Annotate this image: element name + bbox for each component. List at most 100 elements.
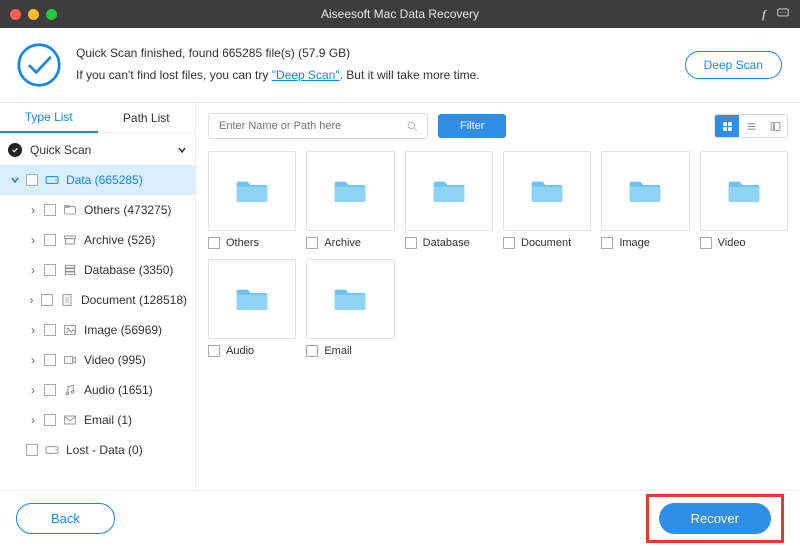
tile-label: Email <box>324 345 352 357</box>
chevron-right-icon: › <box>28 413 38 427</box>
folder-grid: Others Archive Database Document Image <box>208 151 788 357</box>
search-input[interactable] <box>217 119 400 133</box>
checkbox[interactable] <box>44 264 56 276</box>
deep-scan-button[interactable]: Deep Scan <box>685 51 782 79</box>
recover-button[interactable]: Recover <box>659 503 771 534</box>
tree-node-label: Data (665285) <box>66 173 143 187</box>
chevron-right-icon: › <box>28 263 38 277</box>
folder-tile[interactable]: Audio <box>208 259 296 357</box>
chevron-right-icon: › <box>28 383 38 397</box>
deep-scan-link[interactable]: "Deep Scan" <box>272 68 340 82</box>
checkbox[interactable] <box>44 354 56 366</box>
tree-node-label: Image (56969) <box>84 323 162 337</box>
checkbox[interactable] <box>26 444 38 456</box>
checkbox[interactable] <box>208 237 220 249</box>
scan-hint-line: If you can't find lost files, you can tr… <box>76 65 480 87</box>
tree-node-label: Others (473275) <box>84 203 171 217</box>
folder-tile[interactable]: Video <box>700 151 788 249</box>
tree-node-database[interactable]: › Database (3350) <box>0 255 195 285</box>
chevron-right-icon: › <box>28 293 35 307</box>
titlebar: Aiseesoft Mac Data Recovery f <box>0 0 800 28</box>
chevron-right-icon: › <box>28 323 38 337</box>
tile-label: Document <box>521 237 571 249</box>
checkbox[interactable] <box>41 294 53 306</box>
view-switch <box>714 114 788 138</box>
folder-icon <box>700 151 788 231</box>
footer: Back Recover <box>0 490 800 546</box>
facebook-icon[interactable]: f <box>762 7 766 22</box>
folder-tile[interactable]: Archive <box>306 151 394 249</box>
tile-label: Video <box>718 237 746 249</box>
back-button[interactable]: Back <box>16 503 115 534</box>
folder-icon <box>601 151 689 231</box>
database-icon <box>62 262 78 278</box>
tab-type-list[interactable]: Type List <box>0 103 98 133</box>
checkbox[interactable] <box>601 237 613 249</box>
tree-node-label: Audio (1651) <box>84 383 153 397</box>
tree-node-image[interactable]: › Image (56969) <box>0 315 195 345</box>
main-panel: Filter Others Archive <box>196 103 800 490</box>
tree-node-archive[interactable]: › Archive (526) <box>0 225 195 255</box>
tree-node-others[interactable]: › Others (473275) <box>0 195 195 225</box>
tree-node-email[interactable]: › Email (1) <box>0 405 195 435</box>
checkbox[interactable] <box>26 174 38 186</box>
tree-node-label: Lost - Data (0) <box>66 443 143 457</box>
checkbox[interactable] <box>44 414 56 426</box>
audio-icon <box>62 382 78 398</box>
toolbar: Filter <box>208 111 788 141</box>
checkbox[interactable] <box>44 204 56 216</box>
tree-root-quick-scan[interactable]: Quick Scan <box>0 135 195 165</box>
zoom-window-button[interactable] <box>46 9 57 20</box>
checkbox[interactable] <box>44 234 56 246</box>
tree-node-document[interactable]: › Document (128518) <box>0 285 195 315</box>
chevron-right-icon: › <box>28 233 38 247</box>
file-tree: Quick Scan Data (665285) › Others (47327… <box>0 133 195 490</box>
drive-icon <box>44 172 60 188</box>
search-icon <box>406 120 419 133</box>
search-input-wrap[interactable] <box>208 113 428 139</box>
folder-tile[interactable]: Image <box>601 151 689 249</box>
scan-summary: Quick Scan finished, found 665285 file(s… <box>0 28 800 103</box>
tree-node-label: Database (3350) <box>84 263 173 277</box>
minimize-window-button[interactable] <box>28 9 39 20</box>
folder-tile[interactable]: Database <box>405 151 493 249</box>
folder-tile[interactable]: Others <box>208 151 296 249</box>
checkbox[interactable] <box>44 384 56 396</box>
checkbox[interactable] <box>405 237 417 249</box>
folder-icon <box>306 259 394 339</box>
archive-icon <box>62 232 78 248</box>
video-icon <box>62 352 78 368</box>
tab-path-list[interactable]: Path List <box>98 103 196 132</box>
folder-icon <box>503 151 591 231</box>
tree-node-lost-data[interactable]: › Lost - Data (0) <box>0 435 195 465</box>
tree-node-video[interactable]: › Video (995) <box>0 345 195 375</box>
view-detail-button[interactable] <box>763 115 787 137</box>
email-icon <box>62 412 78 428</box>
checkbox[interactable] <box>208 345 220 357</box>
tree-node-audio[interactable]: › Audio (1651) <box>0 375 195 405</box>
chevron-right-icon: › <box>28 353 38 367</box>
checkbox[interactable] <box>503 237 515 249</box>
filter-button[interactable]: Filter <box>438 114 506 138</box>
window-title: Aiseesoft Mac Data Recovery <box>0 7 800 21</box>
checkbox[interactable] <box>306 237 318 249</box>
checkbox[interactable] <box>700 237 712 249</box>
scan-result-line: Quick Scan finished, found 665285 file(s… <box>76 43 480 65</box>
tree-node-data[interactable]: Data (665285) <box>0 165 195 195</box>
checkbox[interactable] <box>306 345 318 357</box>
tile-label: Others <box>226 237 259 249</box>
folder-tile[interactable]: Email <box>306 259 394 357</box>
view-grid-button[interactable] <box>715 115 739 137</box>
tile-label: Archive <box>324 237 361 249</box>
folder-tile[interactable]: Document <box>503 151 591 249</box>
checkbox[interactable] <box>44 324 56 336</box>
tile-label: Database <box>423 237 470 249</box>
check-icon <box>8 143 22 157</box>
view-list-button[interactable] <box>739 115 763 137</box>
sidebar-tabs: Type List Path List <box>0 103 195 133</box>
tree-node-label: Email (1) <box>84 413 132 427</box>
feedback-icon[interactable] <box>776 6 790 23</box>
tree-node-label: Video (995) <box>84 353 146 367</box>
folder-icon <box>62 202 78 218</box>
close-window-button[interactable] <box>10 9 21 20</box>
